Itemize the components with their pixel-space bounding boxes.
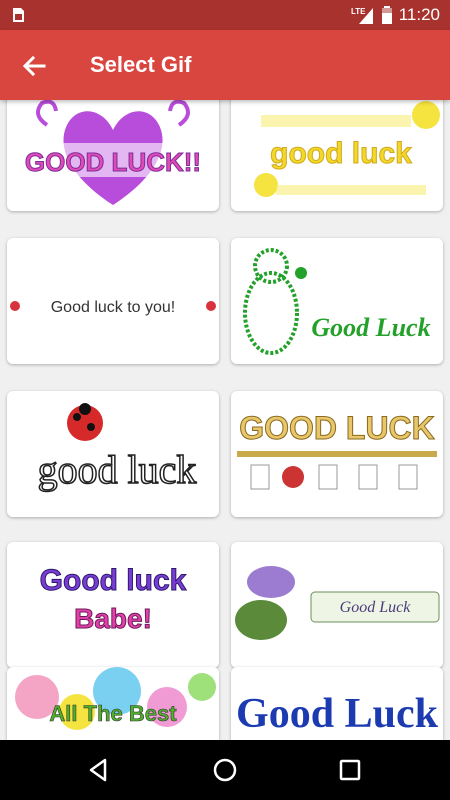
gif-image-babe: Good luck Babe! (39, 564, 187, 635)
network-label: LTE (351, 7, 366, 16)
gif-text: GOOD LUCK (239, 410, 435, 446)
gif-card[interactable]: Good Luck (231, 667, 443, 740)
gif-image-yellow: good luck (254, 101, 440, 197)
recents-square-icon[interactable] (334, 754, 366, 786)
clock: 11:20 (398, 5, 440, 24)
navigation-bar (0, 740, 450, 800)
gif-text-line2: Babe! (74, 603, 152, 634)
gif-image-bear: Good Luck (243, 248, 431, 355)
battery-icon (381, 6, 392, 24)
back-triangle-icon[interactable] (83, 754, 115, 786)
sim-card-icon (13, 8, 24, 22)
gif-card[interactable]: Good luck to you! (7, 238, 219, 364)
gif-card[interactable]: GOOD LUCK (231, 391, 443, 517)
home-circle-icon[interactable] (209, 754, 241, 786)
gif-grid: GOOD LUCK!! good luck Good luck to you! … (0, 100, 450, 740)
gif-card[interactable]: All The Best (7, 667, 219, 740)
gif-text: Good Luck (340, 599, 412, 616)
gif-text: good luck (270, 137, 412, 170)
gif-image-blue: Good Luck (236, 691, 439, 737)
gif-text: GOOD LUCK!! (25, 147, 201, 177)
gif-card[interactable]: Good luck Babe! (7, 542, 219, 668)
signal-icon: LTE (351, 7, 373, 24)
gif-card[interactable]: good luck (231, 100, 443, 211)
gif-card[interactable]: GOOD LUCK!! (7, 100, 219, 211)
gif-image-gold: GOOD LUCK (237, 410, 437, 490)
gif-card[interactable]: Good Luck (231, 238, 443, 364)
gif-image-colorful: Good luck to you! (10, 299, 216, 316)
arrow-left-icon[interactable] (18, 50, 50, 82)
gif-text-line1: Good luck (40, 564, 187, 597)
gif-text: Good Luck (311, 313, 430, 342)
gif-text: Good Luck (236, 691, 439, 737)
status-bar: LTE 11:20 (0, 0, 450, 30)
gif-card[interactable]: good luck (7, 391, 219, 517)
gif-image-bubbles: All The Best (15, 667, 216, 730)
gif-text: Good luck to you! (51, 299, 176, 316)
gif-card[interactable]: Good Luck (231, 542, 443, 668)
gif-text: All The Best (49, 701, 177, 726)
gif-image-ladybug: good luck (37, 403, 197, 493)
gif-image-heart: GOOD LUCK!! (15, 100, 211, 205)
gif-text: good luck (38, 447, 197, 492)
page-title: Select Gif (90, 52, 192, 77)
app-bar: Select Gif (0, 30, 450, 100)
gif-image-lilac: Good Luck (235, 566, 440, 640)
